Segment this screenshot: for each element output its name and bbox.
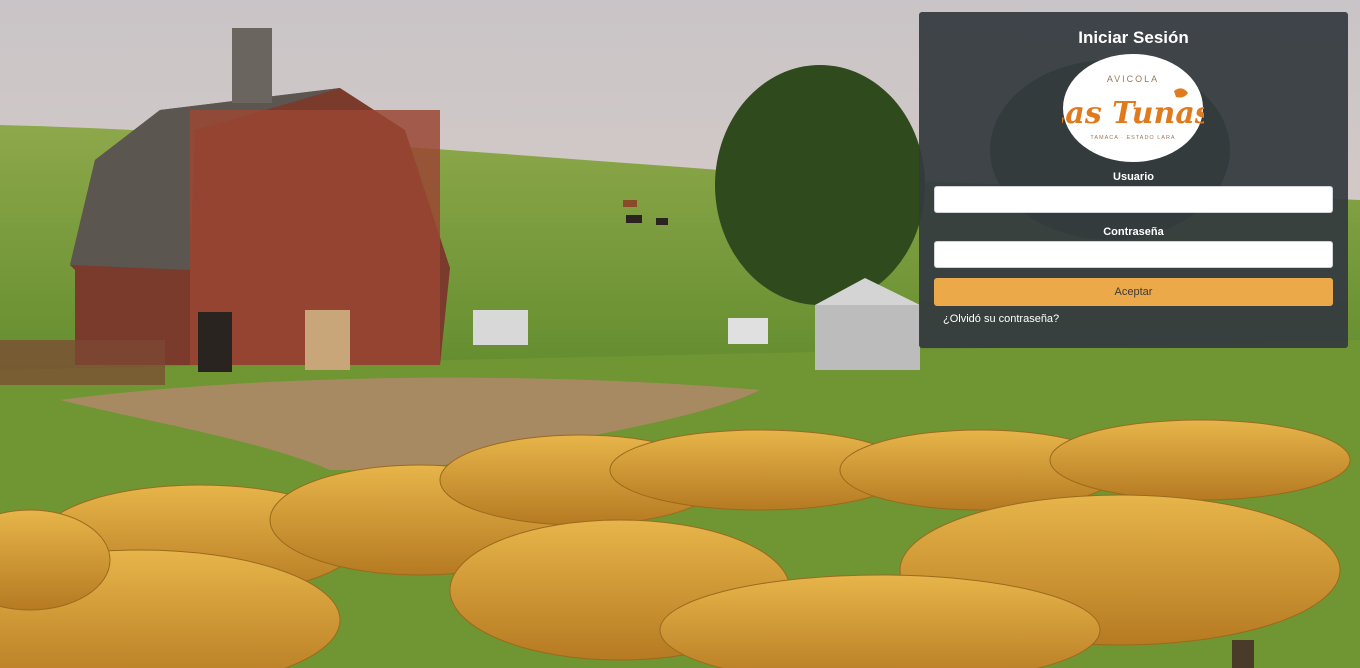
las-tunas-logo: AVICOLA Las Tunas TAMACA · ESTADO LARA (1062, 54, 1204, 162)
svg-text:TAMACA · ESTADO LARA: TAMACA · ESTADO LARA (1090, 135, 1175, 141)
svg-text:AVICOLA: AVICOLA (1107, 74, 1159, 84)
login-panel: Iniciar Sesión AVICOLA Las Tunas TAMACA … (919, 12, 1348, 348)
username-input[interactable] (934, 186, 1333, 213)
accept-button[interactable]: Aceptar (934, 278, 1333, 306)
username-label: Usuario (1113, 171, 1154, 183)
password-input[interactable] (934, 241, 1333, 268)
svg-text:Las Tunas: Las Tunas (1062, 96, 1204, 131)
password-label: Contraseña (1103, 226, 1164, 238)
forgot-password-link[interactable]: ¿Olvidó su contraseña? (943, 313, 1059, 325)
login-title: Iniciar Sesión (1078, 28, 1189, 47)
